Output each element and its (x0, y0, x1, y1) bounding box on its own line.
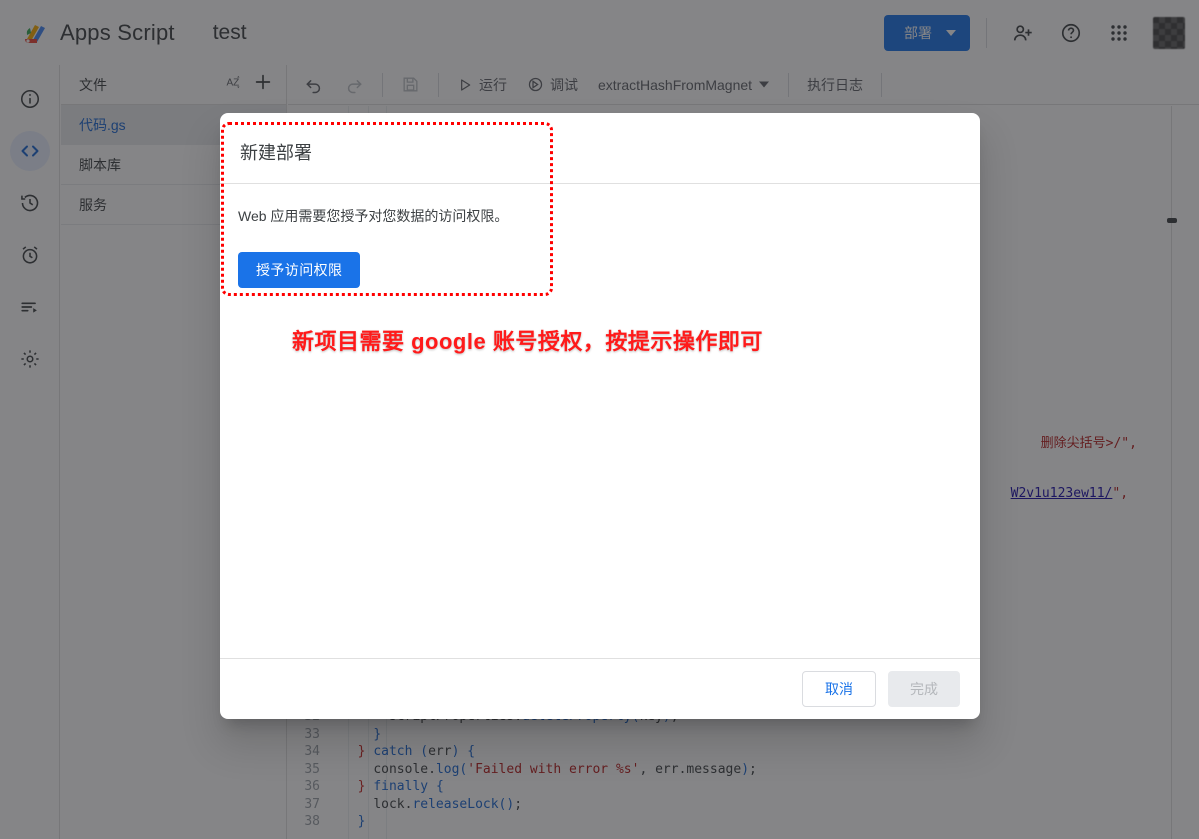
apps-script-window: Apps Script test 部署 (0, 0, 1199, 839)
dialog-footer: 取消 完成 (220, 658, 980, 719)
authorize-access-button[interactable]: 授予访问权限 (238, 252, 361, 288)
dialog-message: Web 应用需要您授予对您数据的访问权限。 (238, 208, 509, 224)
done-button: 完成 (888, 671, 960, 707)
dialog-title: 新建部署 (220, 113, 980, 184)
annotation-text: 新项目需要 google 账号授权，按提示操作即可 (291, 328, 764, 356)
new-deployment-dialog: 新建部署 Web 应用需要您授予对您数据的访问权限。 授予访问权限 取消 完成 (220, 113, 980, 719)
cancel-button[interactable]: 取消 (802, 671, 876, 707)
dialog-body: Web 应用需要您授予对您数据的访问权限。 授予访问权限 (220, 184, 980, 658)
